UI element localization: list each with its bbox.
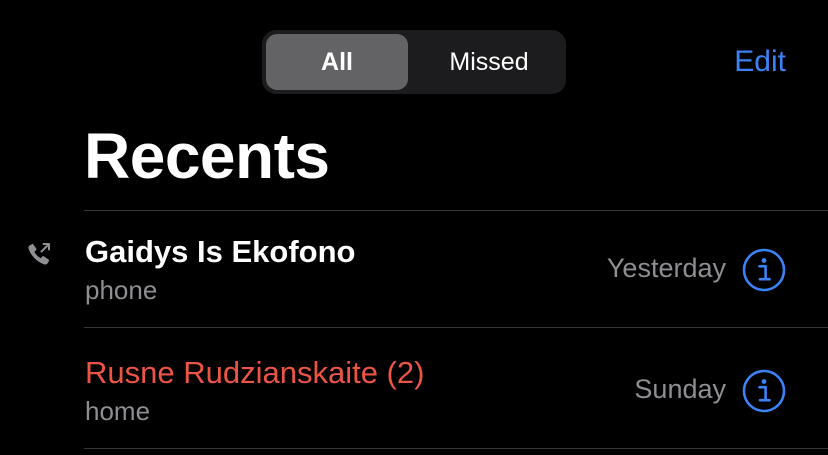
caller-name: Gaidys Is Ekofono — [85, 234, 356, 269]
call-label: home — [85, 396, 151, 426]
call-time: Yesterday — [606, 253, 726, 283]
call-label: phone — [85, 275, 158, 305]
segment-all[interactable]: All — [266, 34, 408, 90]
call-row[interactable]: Gaidys Is Ekofono phone Yesterday — [0, 211, 828, 328]
caller-name: Rusne Rudzianskaite (2) — [85, 355, 425, 390]
call-row[interactable]: Rusne Rudzianskaite (2) home Sunday — [0, 332, 828, 449]
info-icon[interactable] — [742, 369, 786, 413]
divider — [84, 448, 828, 449]
info-icon[interactable] — [742, 248, 786, 292]
call-time: Sunday — [634, 374, 726, 404]
recents-filter-segmented-control[interactable]: All Missed — [262, 30, 566, 94]
outgoing-call-icon — [26, 241, 52, 267]
divider — [84, 327, 828, 328]
edit-button[interactable]: Edit — [734, 44, 786, 80]
segment-missed[interactable]: Missed — [418, 34, 560, 90]
page-title: Recents — [84, 120, 330, 192]
